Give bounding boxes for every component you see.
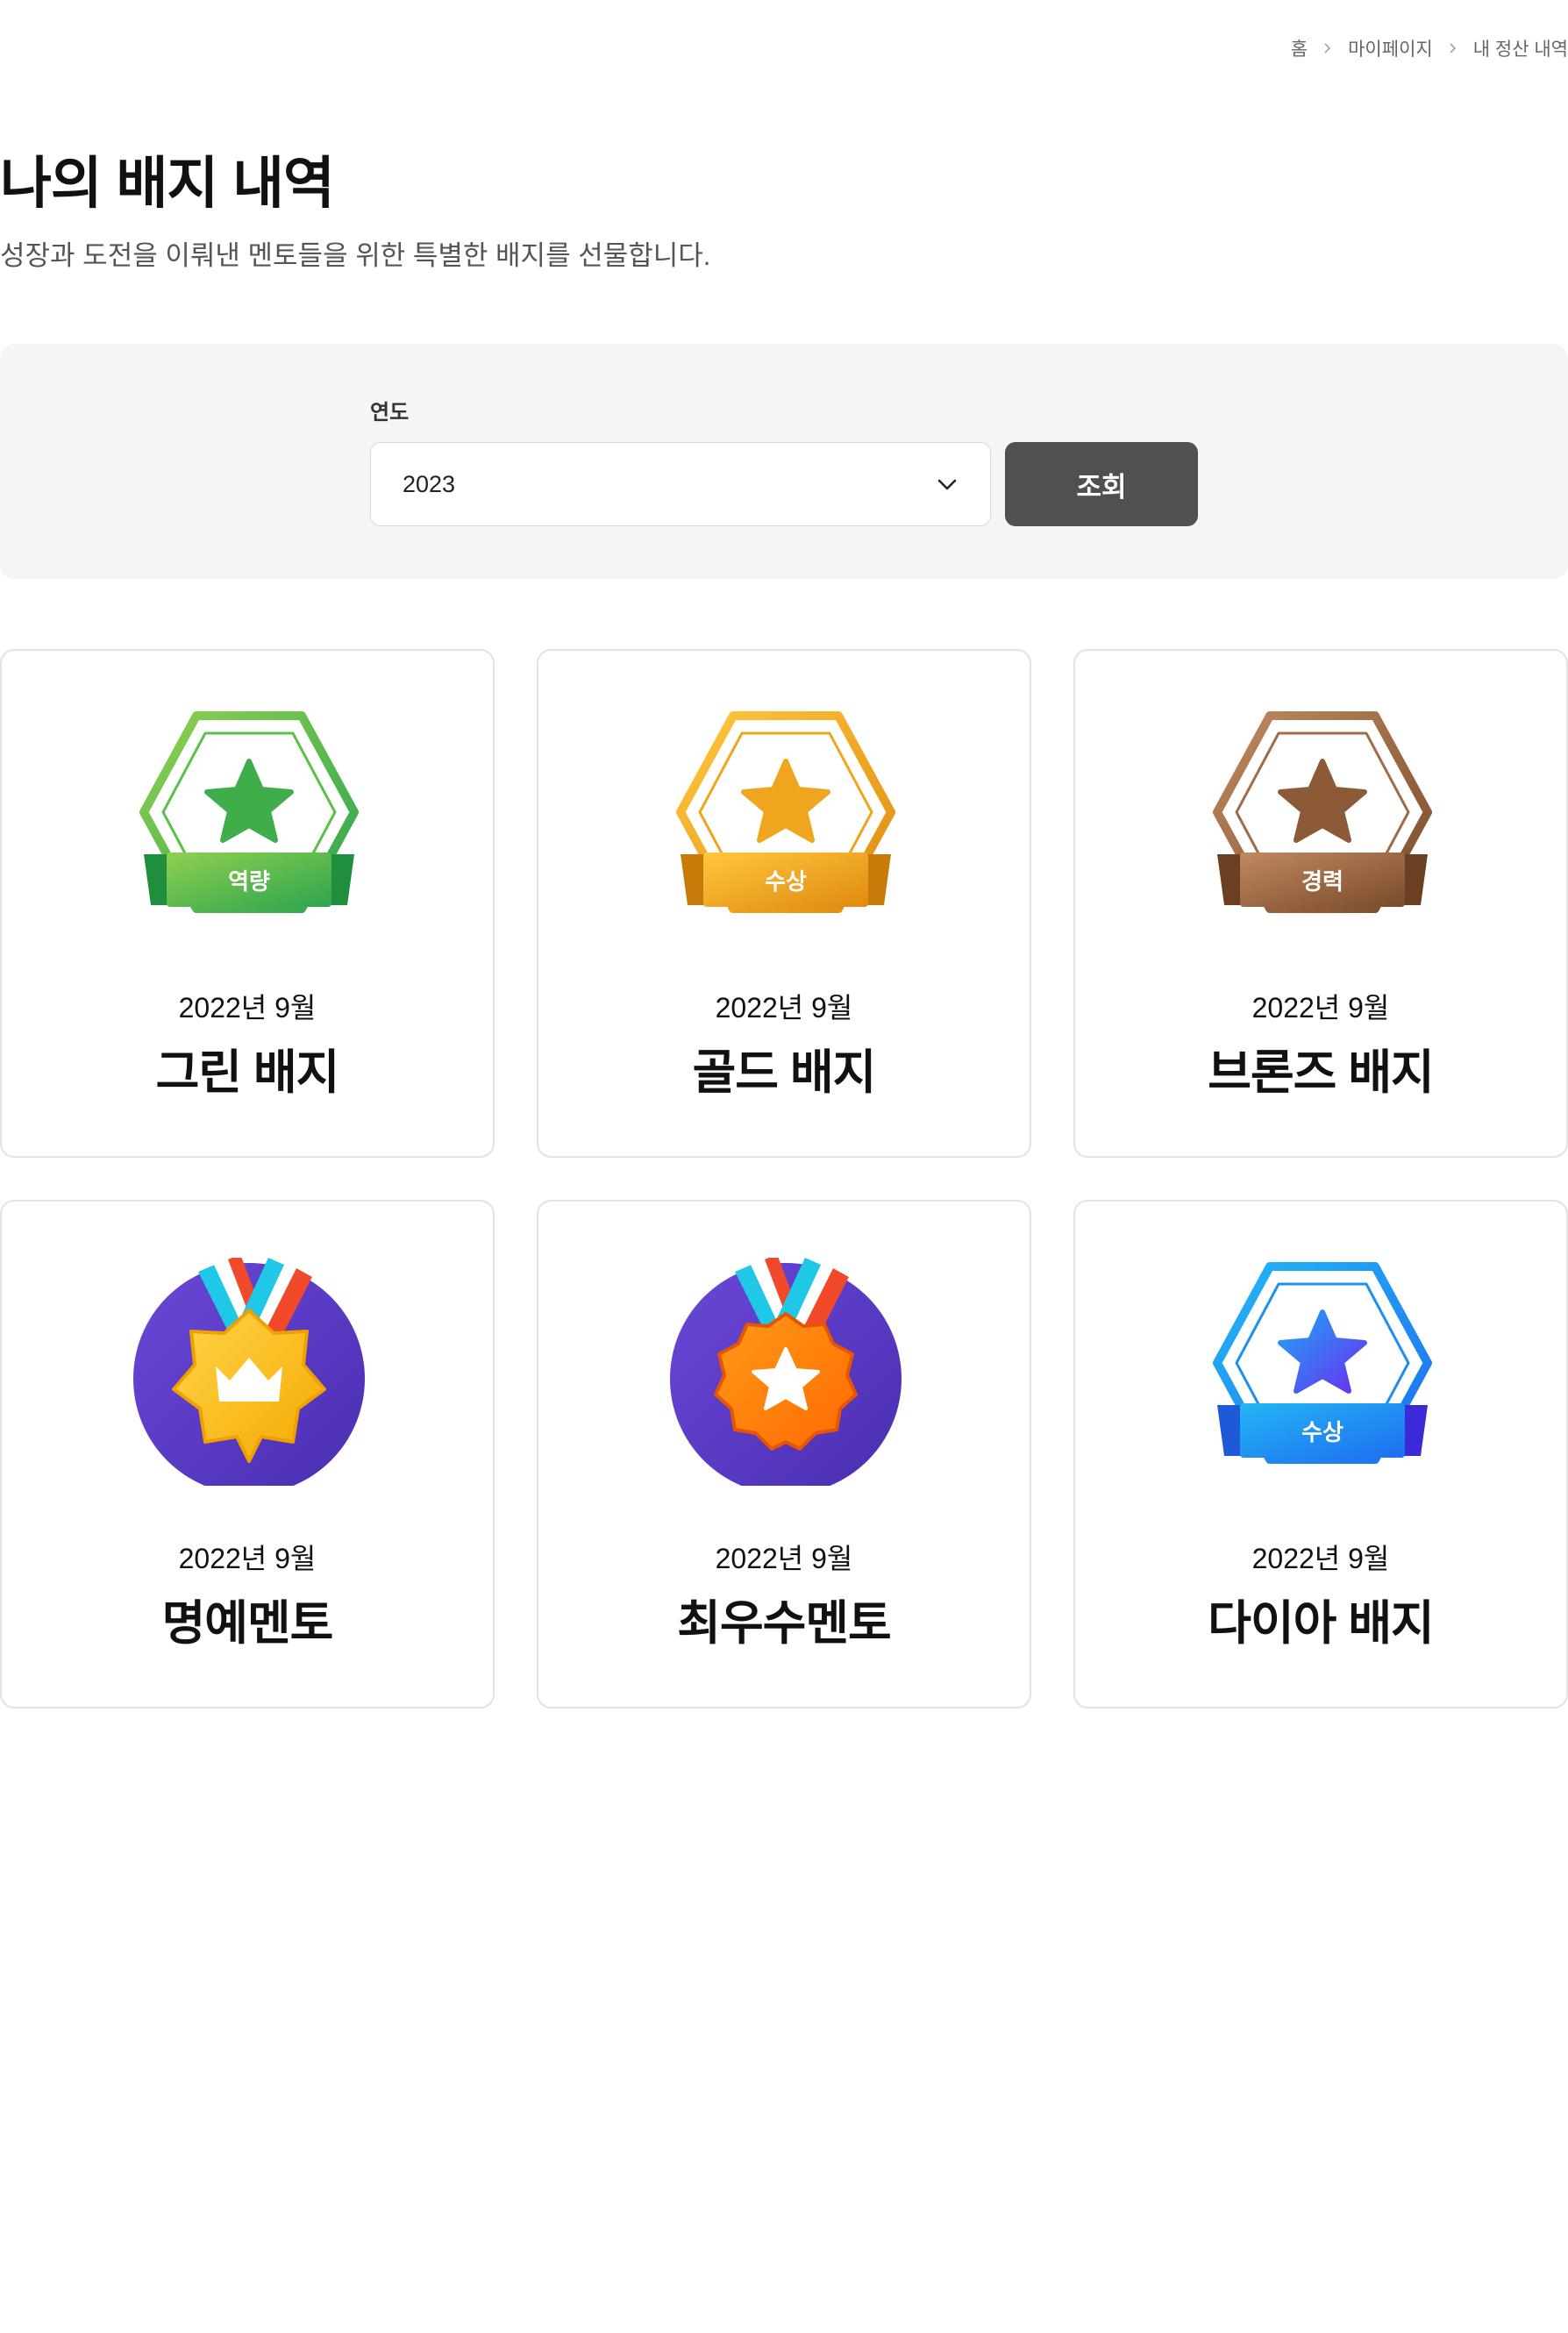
badge-card-honor-mentor[interactable]: 2022년 9월 명예멘토 (0, 1200, 495, 1709)
green-badge-icon: 역량 (118, 707, 381, 935)
badge-date: 2022년 9월 (178, 1543, 317, 1574)
badge-date: 2022년 9월 (1251, 992, 1390, 1024)
chevron-down-icon (937, 479, 957, 490)
diamond-badge-icon: 수상 (1191, 1258, 1454, 1486)
badge-card-gold[interactable]: 수상 2022년 9월 골드 배지 (537, 649, 1031, 1158)
badge-name: 최우수멘토 (677, 1597, 891, 1650)
badge-card-bronze[interactable]: 경력 2022년 9월 브론즈 배지 (1073, 649, 1568, 1158)
diamond-ribbon-label: 수상 (1301, 1420, 1343, 1446)
bronze-badge-icon: 경력 (1191, 707, 1454, 935)
badge-name: 다이아 배지 (1208, 1597, 1434, 1650)
badge-card-diamond[interactable]: 수상 2022년 9월 다이아 배지 (1073, 1200, 1568, 1709)
page-description: 성장과 도전을 이뤄낸 멘토들을 위한 특별한 배지를 선물합니다. (0, 240, 711, 271)
search-button[interactable]: 조회 (1005, 442, 1198, 526)
badge-card-green[interactable]: 역량 2022년 9월 그린 배지 (0, 649, 495, 1158)
badge-name: 브론즈 배지 (1208, 1046, 1434, 1099)
badge-name: 그린 배지 (155, 1046, 340, 1099)
crown-medal-icon (118, 1254, 381, 1495)
badge-name: 명예멘토 (161, 1597, 334, 1650)
badge-name: 골드 배지 (692, 1046, 877, 1099)
year-select-value: 2023 (403, 470, 456, 497)
chevron-right-icon (1450, 43, 1456, 54)
year-select[interactable]: 2023 (370, 442, 991, 526)
badge-date: 2022년 9월 (1251, 1543, 1390, 1574)
breadcrumb-mypage[interactable]: 마이페이지 (1348, 35, 1433, 61)
breadcrumb-home[interactable]: 홈 (1291, 35, 1308, 61)
star-medal-icon (654, 1254, 917, 1495)
filter-panel: 연도 2023 조회 (0, 344, 1568, 579)
chevron-right-icon (1324, 43, 1331, 54)
gold-badge-icon: 수상 (654, 707, 917, 935)
badge-card-best-mentor[interactable]: 2022년 9월 최우수멘토 (537, 1200, 1031, 1709)
bronze-ribbon-label: 경력 (1301, 869, 1343, 895)
breadcrumb-current[interactable]: 내 정산 내역 (1473, 35, 1568, 61)
page-title: 나의 배지 내역 (0, 152, 335, 215)
badge-date: 2022년 9월 (715, 992, 853, 1024)
badge-date: 2022년 9월 (178, 992, 317, 1024)
year-label: 연도 (370, 401, 410, 425)
gold-ribbon-label: 수상 (765, 869, 807, 895)
green-ribbon-label: 역량 (228, 869, 270, 895)
breadcrumb: 홈 마이페이지 내 정산 내역 (1291, 35, 1568, 61)
badge-date: 2022년 9월 (715, 1543, 853, 1574)
